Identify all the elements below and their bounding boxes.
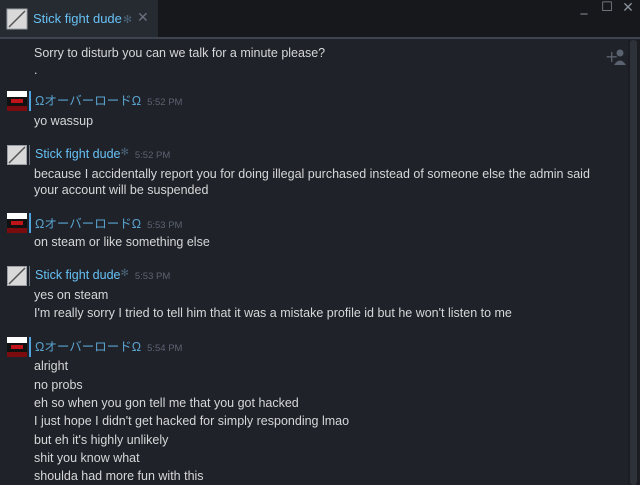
message-group-marker [29, 91, 31, 111]
message-line: no probs [34, 378, 83, 392]
message-line: . [34, 63, 38, 77]
title-bar: Stick fight dude✻ ✕ _ ☐ ✕ [0, 0, 640, 38]
message-header: ΩオーバーロードΩ 5:52 PM [35, 93, 182, 111]
message-line: I just hope I didn't get hacked for simp… [34, 414, 350, 428]
message-group-marker [29, 145, 30, 165]
minimize-button[interactable]: _ [575, 0, 593, 15]
message-header: ΩオーバーロードΩ 5:53 PM [35, 216, 182, 234]
message-group-marker [29, 337, 31, 357]
timestamp: 5:54 PM [147, 343, 183, 354]
sender-name[interactable]: Stick fight dude [35, 268, 120, 282]
message-line: your account will be suspended [34, 183, 209, 197]
self-avatar-icon[interactable] [7, 213, 27, 233]
timestamp: 5:52 PM [134, 150, 171, 161]
timestamp: 5:53 PM [134, 271, 171, 282]
message-line: yes on steam [34, 288, 109, 302]
tab-close-icon[interactable]: ✕ [137, 9, 149, 26]
message-header: Stick fight dude✻ 5:52 PM [35, 146, 170, 164]
friend-avatar-icon[interactable] [7, 266, 27, 286]
friend-avatar-icon[interactable] [7, 145, 27, 165]
message-line: alright [34, 359, 69, 373]
message-line: I'm really sorry I tried to tell him tha… [34, 306, 512, 320]
chat-tab-stick-fight-dude[interactable]: Stick fight dude✻ ✕ [0, 0, 158, 37]
sender-name[interactable]: ΩオーバーロードΩ [35, 217, 141, 231]
tab-title: Stick fight dude✻ [33, 11, 133, 26]
friend-avatar-icon [6, 8, 28, 30]
self-avatar-icon[interactable] [7, 91, 27, 111]
chat-scrollbar[interactable] [628, 40, 640, 485]
sender-name[interactable]: Stick fight dude [35, 147, 120, 161]
message-line: shit you know what [34, 451, 140, 465]
message-header: Stick fight dude✻ 5:53 PM [35, 267, 170, 285]
chat-log: Sorry to disturb you can we talk for a m… [0, 40, 628, 485]
message-line: on steam or like something else [34, 235, 210, 249]
message-group-marker [29, 266, 30, 286]
sender-name[interactable]: ΩオーバーロードΩ [35, 340, 141, 354]
message-line: Sorry to disturb you can we talk for a m… [34, 46, 326, 60]
timestamp: 5:53 PM [147, 220, 183, 231]
sender-status-icon: ✻ [120, 147, 129, 158]
message-line: but eh it's highly unlikely [34, 433, 169, 447]
message-group-marker [29, 213, 31, 233]
sender-name[interactable]: ΩオーバーロードΩ [35, 94, 141, 108]
message-line: yo wassup [34, 114, 94, 128]
message-line: shoulda had more fun with this [34, 469, 204, 483]
self-avatar-icon[interactable] [7, 337, 27, 357]
sender-status-icon: ✻ [120, 268, 129, 279]
message-line: eh so when you gon tell me that you got … [34, 396, 299, 410]
timestamp: 5:52 PM [147, 97, 183, 108]
maximize-button[interactable]: ☐ [598, 0, 616, 15]
window-close-button[interactable]: ✕ [619, 0, 637, 16]
scrollbar-thumb[interactable] [630, 40, 637, 485]
tab-divider [0, 37, 640, 39]
message-header: ΩオーバーロードΩ 5:54 PM [35, 339, 182, 357]
message-line: because I accidentally report you for do… [34, 167, 590, 181]
